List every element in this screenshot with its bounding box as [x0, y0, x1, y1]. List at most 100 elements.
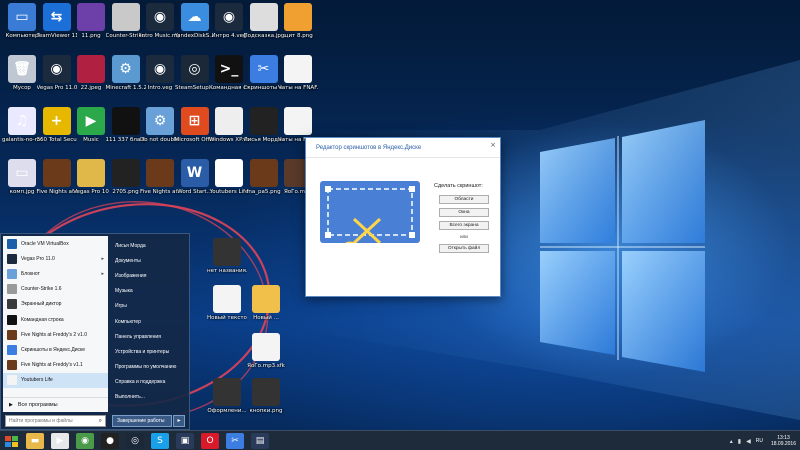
desktop-icon-image: YL: [215, 159, 243, 187]
start-menu-item-label: Блокнот: [21, 270, 40, 277]
desktop-icon[interactable]: кнопки.png: [246, 378, 286, 415]
start-menu-place[interactable]: Документы: [111, 253, 189, 268]
desktop-icon-image: [77, 3, 105, 31]
start-menu-item-label: Экранный диктор: [21, 301, 62, 308]
desktop-icon-image: ▶: [77, 107, 105, 135]
desktop-icon-image: [111, 159, 140, 187]
start-menu-place[interactable]: Справка и поддержка: [111, 375, 189, 390]
submenu-arrow-icon: ▸: [101, 270, 104, 277]
opera-taskbar-button[interactable]: O: [201, 433, 219, 449]
start-menu-item-label: Скриншоты в Яндекс.Диске: [21, 346, 86, 353]
start-menu-item[interactable]: Oracle VM VirtualBox: [3, 236, 108, 251]
desktop-icon[interactable]: нет названия.jpg: [207, 238, 247, 275]
start-menu-item[interactable]: Скриншоты в Яндекс.Диске: [3, 342, 108, 357]
start-menu-place[interactable]: Компьютер: [111, 314, 189, 329]
start-menu-item-label: Counter-Strike 1.6: [21, 286, 62, 293]
start-menu-place[interactable]: Музыка: [111, 284, 189, 299]
all-programs-item[interactable]: ▶ Все программы: [3, 397, 108, 411]
desktop-icon-image: [252, 333, 280, 361]
desktop-icon-image: [146, 159, 174, 187]
desktop-icon-image: [252, 285, 280, 313]
program-icon: [7, 238, 17, 249]
start-menu-programs: Oracle VM VirtualBox Vegas Pro 11.0 ▸ Блокн…: [3, 236, 108, 412]
screenshot-editor-window[interactable]: Редактор скриншотов в Яндекс.Диске × Сде…: [305, 137, 501, 297]
start-menu-item[interactable]: Vegas Pro 11.0 ▸: [3, 251, 108, 266]
clock[interactable]: 13:13 18.09.2016: [771, 435, 796, 447]
submenu-arrow-icon: ▸: [101, 255, 104, 262]
scissors-illustration: [320, 181, 420, 261]
desktop-icon[interactable]: Чаты на FNAF.txt: [278, 55, 318, 92]
start-menu-place[interactable]: Лисья Морда: [111, 238, 189, 253]
desktop-icon-image: W: [180, 159, 209, 187]
start-menu-item[interactable]: Five Nights at Freddy's 2 v1.0: [3, 327, 108, 342]
windows-logo-icon: [5, 436, 18, 447]
desktop-icon-image: ♫: [8, 107, 36, 135]
start-button[interactable]: [4, 434, 20, 448]
media-app-taskbar-button[interactable]: ▣: [176, 433, 194, 449]
start-menu-place[interactable]: Игры: [111, 299, 189, 314]
language-indicator[interactable]: RU: [756, 438, 763, 444]
shutdown-button[interactable]: Завершение работы: [112, 415, 172, 427]
start-menu-place[interactable]: Программы по умолчанию: [111, 360, 189, 375]
desktop-icon-label: ЯоГо.mp3.sfk: [247, 363, 285, 369]
start-menu-item[interactable]: Блокнот ▸: [3, 266, 108, 281]
desktop-icon-image: 🗑: [8, 55, 36, 83]
capture-area-button[interactable]: Области: [439, 195, 489, 204]
media-player-taskbar-button[interactable]: ▶: [51, 433, 69, 449]
start-menu-places: Лисья Морда Документы Изображения Музыка Игр…: [111, 238, 189, 405]
start-menu-place[interactable]: Панель управления: [111, 329, 189, 344]
taskbar: ▬ ▶ ◉ ● ◎ S ▣ O ✂ ▤ ▴ ▮ ◀ RU 13:13 18.09.2016: [0, 430, 800, 450]
steam-taskbar-button[interactable]: ◎: [126, 433, 144, 449]
desktop-icon-label: кнопки.png: [249, 408, 283, 414]
start-menu-item[interactable]: Командная строка: [3, 312, 108, 327]
capture-window-button[interactable]: Окна: [439, 208, 489, 217]
open-file-button[interactable]: Открыть файл: [439, 244, 489, 253]
close-icon[interactable]: ×: [490, 141, 496, 149]
clock-date: 18.09.2016: [770, 441, 796, 447]
skype-taskbar-button[interactable]: S: [151, 433, 169, 449]
desktop-icon-image: [252, 378, 280, 406]
desktop-icon-image: [249, 107, 278, 135]
desktop-icon-image: ◉: [215, 3, 243, 31]
desktop-icon[interactable]: щит 8.png: [278, 3, 318, 40]
desktop-icon-image: [215, 107, 243, 135]
desktop-icon-image: ✂: [249, 55, 278, 83]
desktop-icon[interactable]: Оформлени...: [207, 378, 247, 415]
start-menu-item-label: Командная строка: [21, 316, 64, 323]
desktop-icon[interactable]: ЯоГо.mp3.sfk: [246, 333, 286, 370]
program-icon: [7, 344, 17, 355]
desktop-icon-image: >_: [215, 55, 243, 83]
program-icon: [7, 375, 17, 386]
system-tray: ▴ ▮ ◀ RU 13:13 18.09.2016: [730, 432, 796, 450]
start-menu-item[interactable]: Youtubers Life: [3, 372, 108, 388]
desktop-icon-image: [249, 159, 278, 187]
editor-title: Редактор скриншотов в Яндекс.Диске: [306, 138, 500, 158]
desktop-icon-label: Оформлени...: [207, 408, 247, 414]
capture-prompt: Сделать скриншот:: [434, 183, 483, 189]
start-menu-place[interactable]: Изображения: [111, 268, 189, 283]
start-menu-item[interactable]: Five Nights at Freddy's v1.1: [3, 358, 108, 373]
store-taskbar-button[interactable]: ▤: [251, 433, 269, 449]
desktop-icon-image: [111, 3, 140, 31]
screenshot-app-taskbar-button[interactable]: ✂: [226, 433, 244, 449]
start-search-input[interactable]: Найти программы и файлы ⌕: [5, 415, 106, 427]
desktop-icon-label: нет названия.jpg: [207, 268, 247, 274]
volume-icon[interactable]: ◀: [746, 438, 751, 445]
all-programs-label: Все программы: [17, 401, 58, 408]
file-explorer-taskbar-button[interactable]: ▬: [26, 433, 44, 449]
start-menu-place[interactable]: Выполнить...: [111, 390, 189, 405]
record-app-taskbar-button[interactable]: ●: [101, 433, 119, 449]
desktop-icon-label: Новый ...: [253, 315, 279, 321]
desktop-icon-image: ▭: [8, 3, 36, 31]
chrome-taskbar-button[interactable]: ◉: [76, 433, 94, 449]
start-menu-item[interactable]: Экранный диктор: [3, 297, 108, 312]
desktop-icon[interactable]: Новый текстов...: [207, 285, 247, 322]
start-menu-item[interactable]: Counter-Strike 1.6: [3, 282, 108, 297]
network-icon[interactable]: ▮: [738, 438, 741, 445]
start-menu-place[interactable]: Устройства и принтеры: [111, 344, 189, 359]
desktop-icon[interactable]: Новый ...: [246, 285, 286, 322]
capture-fullscreen-button[interactable]: Всего экрана: [439, 221, 489, 230]
chevron-up-icon[interactable]: ▴: [730, 438, 733, 445]
shutdown-options-icon[interactable]: ▸: [173, 415, 185, 427]
desktop-icon-image: ⇆: [42, 3, 71, 31]
